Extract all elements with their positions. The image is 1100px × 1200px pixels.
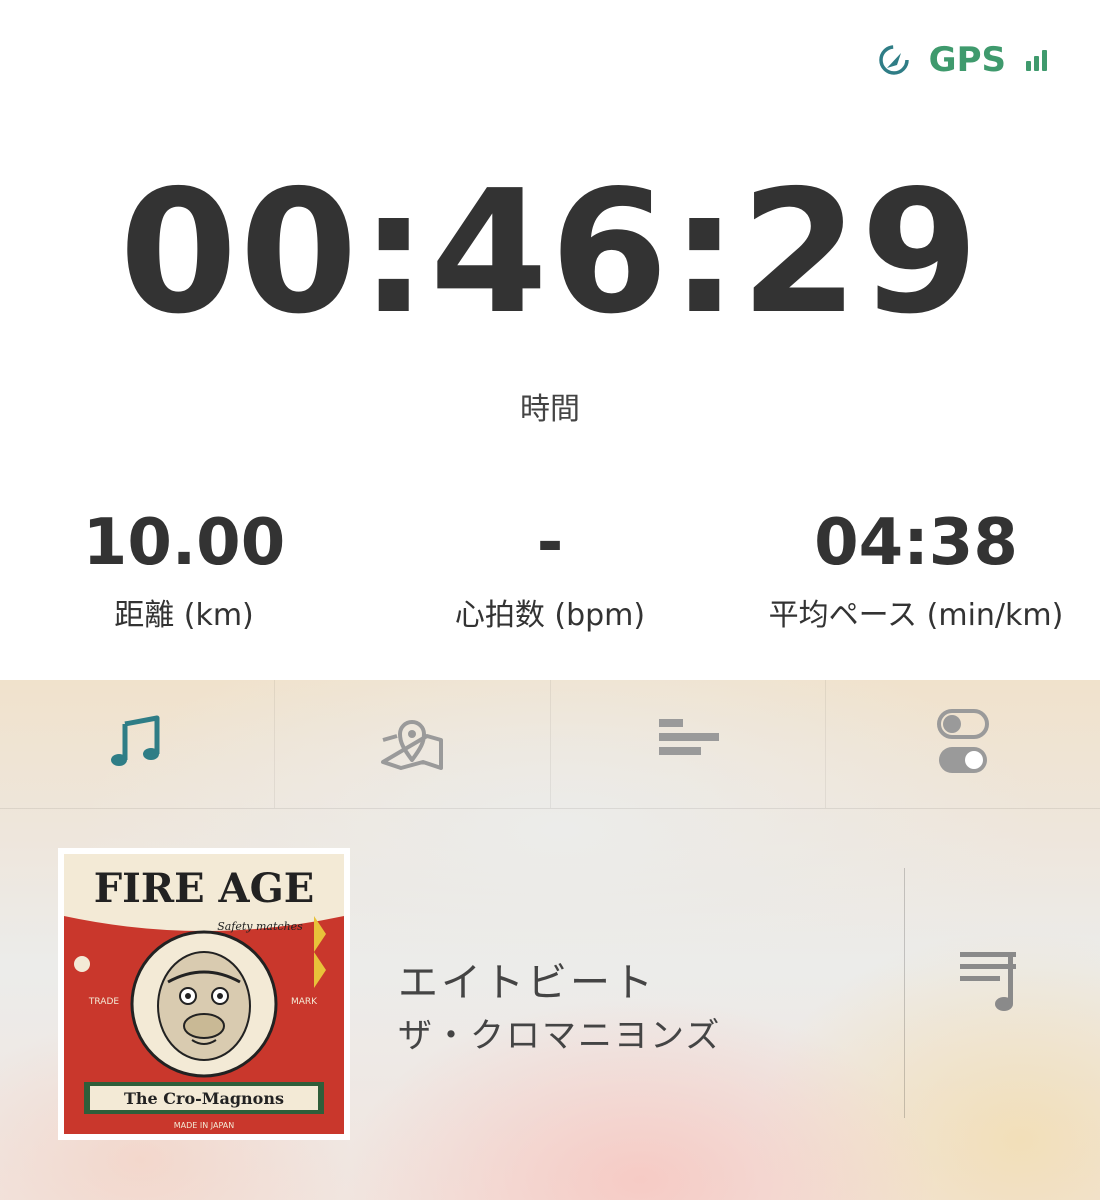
gps-label: GPS	[928, 40, 1006, 80]
now-playing: FIRE AGE Safety matches TRADE MARK The C…	[0, 808, 1100, 1200]
elapsed-time-label: 時間	[520, 392, 580, 427]
heart-rate-stat: - 心拍数 (bpm)	[370, 508, 730, 634]
song-title: エイトビート	[398, 960, 656, 1006]
album-trade-text: TRADE	[88, 997, 119, 1007]
signal-strength-icon	[1024, 47, 1050, 73]
divider	[904, 868, 905, 1118]
bottom-panel: FIRE AGE Safety matches TRADE MARK The C…	[0, 680, 1100, 1200]
album-band-text: The Cro-Magnons	[124, 1089, 284, 1108]
avg-pace-value: 04:38	[814, 506, 1018, 580]
tab-splits[interactable]	[551, 680, 826, 808]
album-title-text: FIRE AGE	[94, 865, 314, 912]
map-pin-icon	[379, 712, 445, 776]
gps-indicator: GPS	[877, 40, 1050, 80]
satellite-icon	[877, 43, 911, 77]
heart-rate-value: -	[536, 506, 564, 580]
album-art[interactable]: FIRE AGE Safety matches TRADE MARK The C…	[58, 848, 350, 1140]
avg-pace-stat: 04:38 平均ペース (min/km)	[736, 508, 1096, 634]
bar-list-icon	[657, 717, 719, 771]
distance-value: 10.00	[82, 506, 286, 580]
song-artist: ザ・クロマニヨンズ	[398, 1016, 722, 1056]
toggle-settings-icon	[936, 709, 989, 779]
album-subtitle-text: Safety matches	[217, 920, 303, 933]
tab-music[interactable]	[0, 680, 276, 808]
avg-pace-label: 平均ペース (min/km)	[768, 598, 1064, 634]
tab-map[interactable]	[275, 680, 551, 808]
heart-rate-label: 心拍数 (bpm)	[454, 598, 646, 634]
tab-settings[interactable]	[826, 680, 1100, 808]
elapsed-time: 00:46:29	[119, 154, 981, 352]
distance-stat: 10.00 距離 (km)	[4, 508, 364, 634]
album-mark-text: MARK	[291, 997, 318, 1007]
distance-label: 距離 (km)	[114, 598, 254, 634]
music-note-icon	[107, 712, 167, 776]
playlist-button[interactable]	[958, 948, 1024, 1018]
playlist-icon	[958, 952, 1024, 1018]
album-made-in-text: MADE IN JAPAN	[174, 1121, 234, 1130]
tab-bar	[0, 680, 1100, 809]
